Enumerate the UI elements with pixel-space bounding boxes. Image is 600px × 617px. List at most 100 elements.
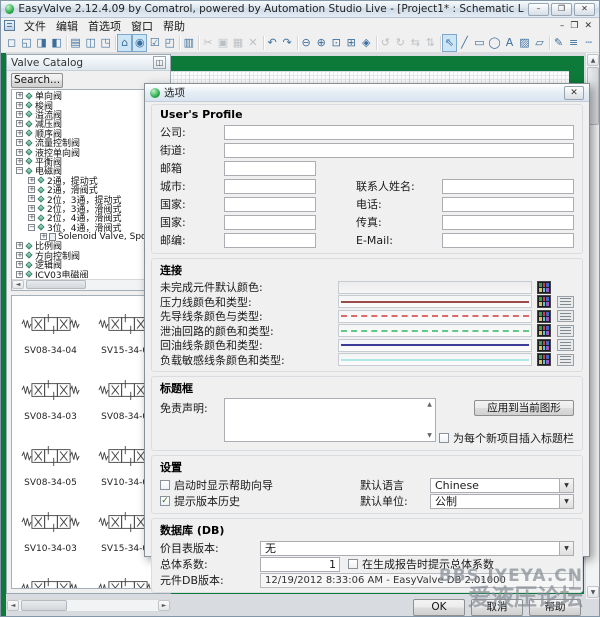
chevron-down-icon[interactable]: ▼ <box>559 495 573 508</box>
flip-horizontal-icon[interactable]: ⇆ <box>408 34 423 52</box>
tree-expander-icon[interactable]: − <box>28 224 35 231</box>
catalog-icon[interactable]: ⌂ <box>117 34 132 52</box>
restore-button[interactable]: ❐ <box>551 3 572 16</box>
pin-icon[interactable]: ◫ <box>153 56 166 69</box>
tree-expander-icon[interactable]: + <box>16 271 23 278</box>
purge-icon[interactable]: ◰ <box>162 34 177 52</box>
city-field[interactable] <box>224 179 316 194</box>
redo-icon[interactable]: ↷ <box>280 34 295 52</box>
tree-expander-icon[interactable]: + <box>16 158 23 165</box>
delete-icon[interactable]: ✕ <box>245 34 260 52</box>
save-all-icon[interactable]: ◧ <box>49 34 64 52</box>
print-preview-icon[interactable]: ◫ <box>83 34 98 52</box>
rotate-right-icon[interactable]: ↻ <box>393 34 408 52</box>
tree-expander-icon[interactable]: + <box>28 205 35 212</box>
tree-expander-icon[interactable]: + <box>16 130 23 137</box>
zip-field[interactable] <box>224 233 316 248</box>
zoom-in-icon[interactable]: ⊕ <box>314 34 329 52</box>
pan-icon[interactable]: ◈ <box>359 34 374 52</box>
search-button[interactable]: Search... <box>11 73 63 88</box>
open-icon[interactable]: ◱ <box>19 34 34 52</box>
language-dropdown[interactable]: Chinese ▼ <box>430 478 574 493</box>
tree-expander-icon[interactable]: − <box>16 167 23 174</box>
country-field[interactable] <box>224 215 316 230</box>
scroll-up-icon[interactable]: ▲ <box>587 54 599 66</box>
line-style-icon[interactable] <box>557 354 574 366</box>
mdi-restore-button[interactable]: ❐ <box>570 21 578 31</box>
valve-symbol-item[interactable] <box>12 574 89 589</box>
contact-field[interactable] <box>442 179 574 194</box>
text-icon[interactable]: A <box>502 34 517 52</box>
tree-expander-icon[interactable]: + <box>16 149 23 156</box>
rotate-left-icon[interactable]: ↺ <box>378 34 393 52</box>
line-style-icon[interactable]: ┄ <box>581 34 596 52</box>
select-icon[interactable]: ⇖ <box>442 34 457 52</box>
pen-icon[interactable]: ✎ <box>551 34 566 52</box>
menu-item[interactable]: 帮助 <box>158 20 190 33</box>
chevron-down-icon[interactable]: ▼ <box>559 479 573 492</box>
tree-expander-icon[interactable]: + <box>16 261 23 268</box>
tree-expander-icon[interactable]: + <box>16 252 23 259</box>
horizontal-scrollbar-thumb[interactable] <box>21 600 67 611</box>
line-width-icon[interactable]: ≡ <box>566 34 581 52</box>
color-palette-icon[interactable] <box>537 339 551 352</box>
scroll-left-icon[interactable]: ◄ <box>12 280 24 289</box>
color-palette-icon[interactable] <box>537 324 551 337</box>
valve-symbol-item[interactable]: SV10-34-03 <box>12 508 89 574</box>
mdi-close-button[interactable]: ✕ <box>584 21 592 31</box>
phone-field[interactable] <box>442 197 574 212</box>
scroll-left-icon[interactable]: ◄ <box>7 600 19 611</box>
library-icon[interactable]: ◉ <box>132 34 147 52</box>
mailbox-field[interactable] <box>224 161 316 176</box>
disclaimer-textarea[interactable]: ▲ ▼ <box>224 398 436 442</box>
color-palette-icon[interactable] <box>537 310 551 323</box>
print-icon[interactable]: ▤ <box>68 34 83 52</box>
show-wizard-checkbox[interactable] <box>160 480 170 490</box>
zoom-out-icon[interactable]: ⊖ <box>299 34 314 52</box>
frame-icon[interactable]: ▱ <box>532 34 547 52</box>
print-report-icon[interactable]: ▥ <box>181 34 196 52</box>
email-field[interactable] <box>442 233 574 248</box>
new-icon[interactable]: ◻ <box>4 34 19 52</box>
valve-symbol-item[interactable]: SV08-34-05 <box>12 442 89 508</box>
valve-symbol-item[interactable]: SV08-34-03 <box>12 376 89 442</box>
flip-vertical-icon[interactable]: ⇅ <box>423 34 438 52</box>
rectangle-icon[interactable]: ▭ <box>472 34 487 52</box>
line-style-icon[interactable] <box>557 325 574 337</box>
verify-icon[interactable]: ☑ <box>147 34 162 52</box>
line-style-icon[interactable] <box>557 310 574 322</box>
color-palette-icon[interactable] <box>537 353 551 366</box>
tree-expander-icon[interactable]: + <box>28 214 35 221</box>
chevron-down-icon[interactable]: ▼ <box>559 542 573 555</box>
fax-field[interactable] <box>442 215 574 230</box>
image-icon[interactable]: ▨ <box>517 34 532 52</box>
zoom-page-icon[interactable]: ⊞ <box>344 34 359 52</box>
apply-to-current-button[interactable]: 应用到当前图形 <box>474 400 574 416</box>
close-button[interactable]: ✕ <box>574 3 595 16</box>
scroll-up-icon[interactable]: ▲ <box>425 400 434 409</box>
insert-titlebar-checkbox[interactable] <box>439 433 449 443</box>
page-setup-icon[interactable]: ◳ <box>98 34 113 52</box>
tree-expander-icon[interactable]: + <box>16 242 23 249</box>
horizontal-scrollbar[interactable]: ◄ ► <box>6 599 171 612</box>
minimize-button[interactable]: – <box>528 3 549 16</box>
color-palette-icon[interactable] <box>537 295 551 308</box>
menu-item[interactable]: 文件 <box>19 20 51 33</box>
pricelist-dropdown[interactable]: 无 ▼ <box>260 541 574 556</box>
tree-horizontal-scrollbar[interactable]: ◄ ► <box>12 279 166 290</box>
scroll-down-icon[interactable]: ▼ <box>425 431 434 440</box>
tree-expander-icon[interactable]: + <box>16 102 23 109</box>
ellipse-icon[interactable]: ◯ <box>487 34 502 52</box>
cut-icon[interactable]: ✂ <box>200 34 215 52</box>
tree-expander-icon[interactable]: + <box>16 92 23 99</box>
state-field[interactable] <box>224 197 316 212</box>
undo-icon[interactable]: ↶ <box>265 34 280 52</box>
company-field[interactable] <box>224 125 574 140</box>
menu-item[interactable]: 窗口 <box>126 20 158 33</box>
line-style-icon[interactable] <box>557 296 574 308</box>
unit-dropdown[interactable]: 公制 ▼ <box>430 494 574 509</box>
menu-item[interactable]: 编辑 <box>51 20 83 33</box>
scroll-down-icon[interactable]: ▼ <box>587 586 599 598</box>
tree-expander-icon[interactable]: + <box>16 139 23 146</box>
tree-expander-icon[interactable]: + <box>28 186 35 193</box>
